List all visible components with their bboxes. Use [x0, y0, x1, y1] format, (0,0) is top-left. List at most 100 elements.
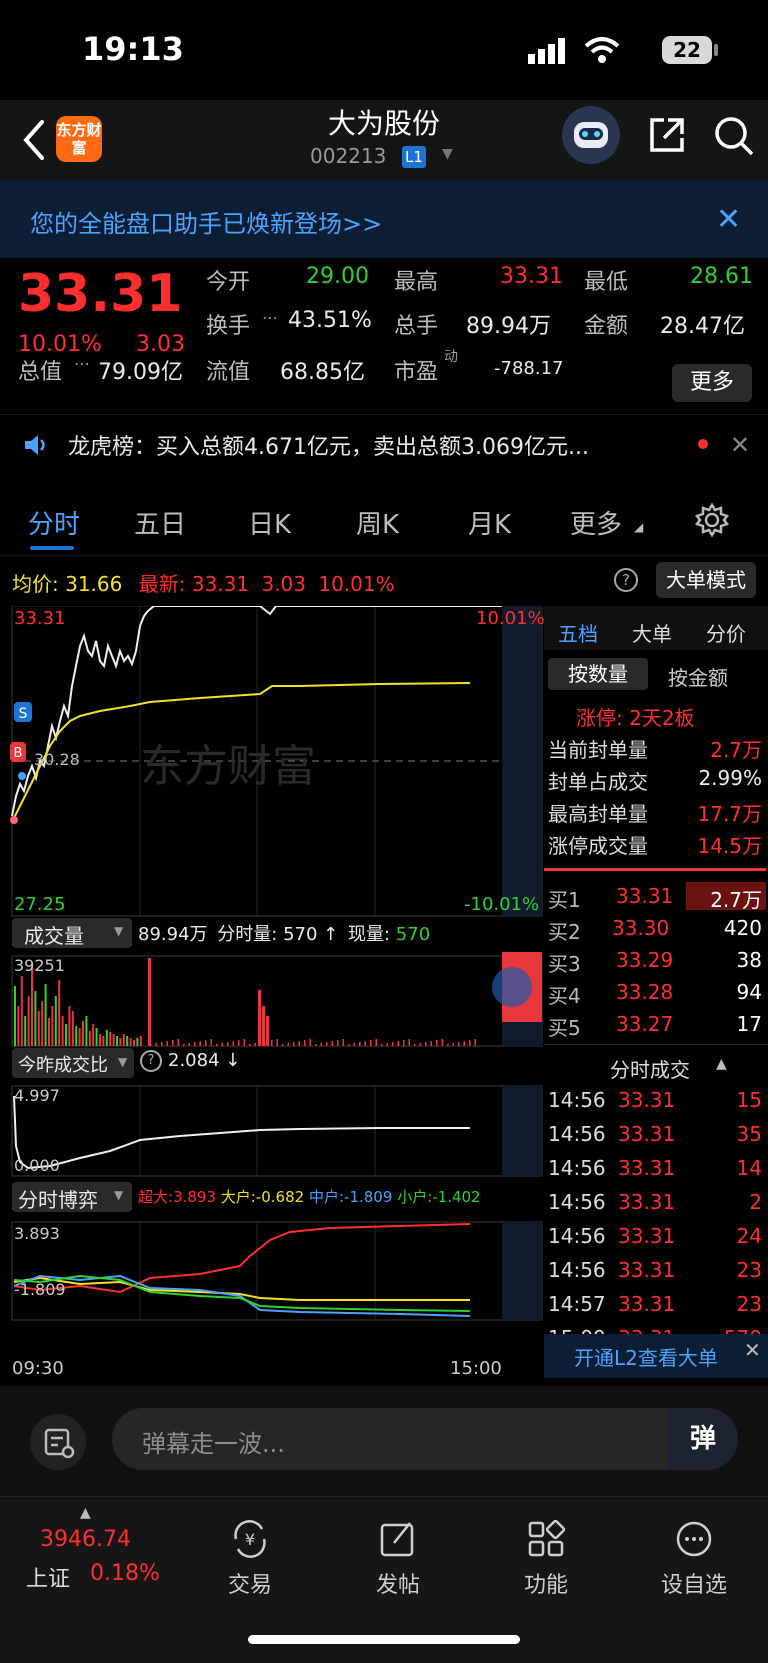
info-icon[interactable]: ⋯: [262, 308, 278, 327]
close-icon[interactable]: ✕: [730, 431, 750, 459]
dragon-tiger-notice[interactable]: 龙虎榜：买入总额4.671亿元，卖出总额3.069亿元... ✕: [0, 414, 768, 476]
pe-superscript: 动: [444, 349, 458, 365]
stat-label: 当前封单量: [548, 738, 648, 762]
dragon-tiger-text[interactable]: 龙虎榜：买入总额4.671亿元，卖出总额3.069亿元...: [68, 429, 589, 461]
chevron-down-icon[interactable]: ◢: [634, 520, 643, 534]
volume-bar: [65, 1024, 67, 1046]
stock-code[interactable]: 002213: [310, 144, 386, 168]
bid-row[interactable]: 买5 33.27 17: [544, 1012, 768, 1042]
bid-row[interactable]: 买2 33.30 420: [544, 916, 768, 946]
volume-bar: [139, 1036, 142, 1046]
by-amount-button[interactable]: 按金额: [668, 662, 728, 691]
search-icon[interactable]: [712, 114, 756, 158]
prev-close-label: 30.28: [34, 750, 80, 769]
index-name[interactable]: 上证: [26, 1561, 70, 1593]
tab-more[interactable]: 更多: [570, 504, 622, 541]
nav-post[interactable]: 发帖: [338, 1517, 458, 1599]
trade-price: 33.31: [618, 1224, 676, 1248]
volume-bar: [227, 1042, 229, 1046]
share-icon[interactable]: [646, 114, 688, 156]
volume-bar: [68, 1006, 71, 1046]
volume-selector[interactable]: 成交量 ▼: [12, 918, 132, 948]
stat-label: 最高封单量: [548, 802, 648, 826]
l2-promo[interactable]: 开通L2查看大单 ✕: [544, 1334, 768, 1378]
nav-trade[interactable]: ¥ 交易: [190, 1517, 310, 1599]
market-cap-value: 79.09亿: [98, 360, 183, 385]
volume-bar: [238, 1040, 240, 1046]
tab-intraday[interactable]: 分时: [28, 504, 80, 541]
bid-label: 买1: [548, 888, 581, 912]
open-value: 29.00: [306, 264, 369, 289]
stat-value: 14.5万: [697, 834, 762, 858]
chevron-down-icon[interactable]: ▼: [442, 146, 453, 162]
volume-value: 89.94万: [466, 314, 551, 339]
index-pct[interactable]: 0.18%: [90, 1561, 160, 1586]
l2-promo-text[interactable]: 开通L2查看大单: [574, 1342, 718, 1371]
nav-functions[interactable]: 功能: [486, 1517, 606, 1599]
by-quantity-button[interactable]: 按数量: [548, 658, 648, 690]
danmu-settings-icon[interactable]: [30, 1414, 86, 1470]
chart-tabs: 分时 五日 日K 周K 月K 更多 ◢: [0, 486, 768, 556]
danmu-input[interactable]: 弹幕走一波... 弹: [112, 1408, 738, 1470]
trade-price: 33.31: [618, 1292, 676, 1316]
tab-five-levels[interactable]: 五档: [558, 618, 598, 647]
stock-header: 东方财富 大为股份 002213 L1 ▼: [0, 100, 768, 180]
more-button[interactable]: 更多: [672, 364, 752, 402]
tab-weekly-k[interactable]: 周K: [356, 504, 399, 541]
nav-watchlist[interactable]: 设自选: [634, 1517, 754, 1599]
info-icon[interactable]: ⋯: [74, 354, 90, 373]
gear-icon[interactable]: [694, 502, 730, 538]
grid-icon: [528, 1519, 566, 1557]
volume-bar: [194, 1042, 196, 1046]
caret-up-icon[interactable]: ▲: [80, 1505, 91, 1521]
trades-title[interactable]: 分时成交: [610, 1054, 690, 1083]
tab-big-orders[interactable]: 大单: [632, 618, 672, 647]
intraday-chart[interactable]: 东方财富 S B: [0, 606, 544, 1326]
big-order-mode-button[interactable]: 大单模式: [656, 562, 756, 598]
tab-daily-k[interactable]: 日K: [248, 504, 291, 541]
index-value[interactable]: 3946.74: [40, 1527, 131, 1552]
trade-row: 14:56 33.31 2: [544, 1190, 768, 1220]
volume-bar: [122, 1034, 125, 1046]
active-tab-indicator: [30, 546, 74, 550]
bid-list: 买1 33.31 2.7万 买2 33.30 420 买3 33.29 38 买…: [544, 882, 768, 1042]
tab-five-day[interactable]: 五日: [134, 504, 186, 541]
volume-bar: [172, 1040, 174, 1046]
bid-price: 33.30: [612, 916, 670, 940]
danmu-placeholder[interactable]: 弹幕走一波...: [142, 1424, 285, 1459]
volume-bar: [109, 1032, 112, 1046]
help-icon[interactable]: ?: [614, 568, 638, 592]
robot-assistant-icon[interactable]: [562, 106, 620, 164]
volume-bar: [359, 1042, 361, 1046]
game-selector[interactable]: 分时博弈 ▼: [12, 1182, 132, 1212]
tab-monthly-k[interactable]: 月K: [468, 504, 511, 541]
amount-value: 28.47亿: [660, 314, 745, 339]
trade-row: 14:56 33.31 14: [544, 1156, 768, 1186]
bid-row[interactable]: 买1 33.31 2.7万: [544, 884, 768, 914]
bid-row[interactable]: 买3 33.29 38: [544, 948, 768, 978]
banner-text[interactable]: 您的全能盘口助手已焕新登场>>: [30, 204, 382, 239]
danmu-send-button[interactable]: 弹: [668, 1408, 738, 1470]
home-indicator: [248, 1635, 520, 1644]
help-icon[interactable]: ?: [140, 1050, 162, 1072]
caret-up-icon[interactable]: ▲: [716, 1056, 727, 1072]
trade-list: 14:56 33.31 15 14:56 33.31 35 14:56 33.3…: [544, 1088, 768, 1358]
level-badge[interactable]: L1: [402, 146, 426, 168]
close-icon[interactable]: ✕: [744, 1338, 761, 1362]
ratio-selector[interactable]: 今昨成交比 ▼: [12, 1048, 134, 1078]
volume-bar: [216, 1044, 218, 1046]
bottom-nav: ▲ 3946.74 上证 0.18% ¥ 交易 发帖 功能 设自选: [0, 1496, 768, 1663]
volume-bar: [276, 1039, 278, 1046]
trade-price: 33.31: [618, 1122, 676, 1146]
float-cap-value: 68.85亿: [280, 360, 365, 385]
trade-qty: 24: [736, 1224, 762, 1248]
close-icon[interactable]: ✕: [716, 202, 741, 237]
promo-banner[interactable]: 您的全能盘口助手已焕新登场>> ✕: [0, 180, 768, 258]
tab-price-dist[interactable]: 分价: [706, 618, 746, 647]
bid-row[interactable]: 买4 33.28 94: [544, 980, 768, 1010]
trade-dot: [10, 816, 18, 824]
fs-volume-value: 570 ↑: [283, 924, 339, 945]
volume-bar: [408, 1039, 410, 1046]
volume-bar: [265, 1041, 267, 1046]
divider: [544, 868, 766, 871]
